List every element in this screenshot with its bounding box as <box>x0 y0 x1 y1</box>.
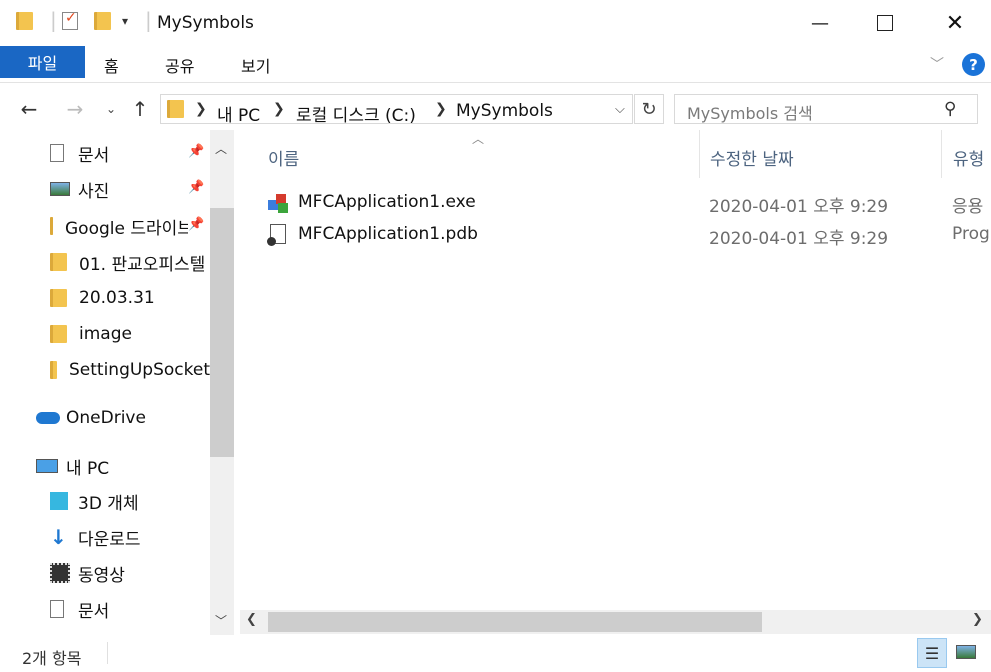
sidebar-item-documents-pc[interactable]: 문서 <box>50 594 210 624</box>
recent-locations-icon[interactable]: ⌄ <box>96 94 126 124</box>
downloads-icon: ↓ <box>50 525 67 549</box>
up-arrow-icon[interactable]: ↑ <box>125 94 155 124</box>
column-divider[interactable] <box>941 130 942 178</box>
sort-indicator-icon: ︿ <box>472 132 485 146</box>
expand-ribbon-icon[interactable]: ﹀ <box>930 54 944 74</box>
videos-icon <box>50 563 70 583</box>
folder-icon <box>50 253 67 271</box>
sidebar-item-pictures[interactable]: 사진 <box>50 174 210 204</box>
scrollbar-thumb[interactable] <box>210 208 234 457</box>
file-type: Prog <box>952 224 990 244</box>
divider <box>107 642 108 664</box>
computer-icon <box>36 459 58 473</box>
scroll-down-icon[interactable]: ﹀ <box>215 612 227 629</box>
sidebar-item-image[interactable]: image <box>50 319 210 349</box>
file-name: MFCApplication1.pdb <box>298 224 478 244</box>
search-input[interactable]: MySymbols 검색 <box>674 94 978 124</box>
3d-objects-icon <box>50 492 68 510</box>
search-icon[interactable]: ⚲ <box>944 99 956 119</box>
title-bar: | ✓ ▾ | MySymbols — ✕ <box>0 0 991 46</box>
scroll-right-icon[interactable]: ❯ <box>972 612 983 627</box>
file-date: 2020-04-01 오후 9:29 <box>709 197 889 217</box>
file-row[interactable]: MFCApplication1.pdb 2020-04-01 오후 9:29 P… <box>240 220 991 252</box>
sidebar-item-pangyo[interactable]: 01. 판교오피스텔 <box>50 247 210 277</box>
scrollbar-thumb[interactable] <box>268 612 762 632</box>
document-icon <box>50 144 64 162</box>
scroll-up-icon[interactable]: ︿ <box>215 140 227 157</box>
file-date: 2020-04-01 오후 9:29 <box>709 229 889 249</box>
sidebar-item-3d-objects[interactable]: 3D 개체 <box>50 486 210 516</box>
sidebar-scrollbar[interactable]: ︿ ﹀ <box>210 130 234 635</box>
ribbon-tabs: 파일 홈 공유 보기 ﹀ ? <box>0 46 991 83</box>
folder-icon <box>16 12 33 30</box>
pin-icon[interactable]: 📌 <box>188 217 204 232</box>
address-bar[interactable]: ❯ 내 PC ❯ 로컬 디스크 (C:) ❯ MySymbols ⌵ <box>160 94 633 126</box>
large-icons-view-icon[interactable] <box>956 645 976 659</box>
back-arrow-icon[interactable]: ← <box>14 94 44 124</box>
maximize-button[interactable] <box>852 0 918 46</box>
horizontal-scrollbar[interactable]: ❮ ❯ <box>240 610 991 634</box>
pin-icon[interactable]: 📌 <box>188 144 204 159</box>
tab-share[interactable]: 공유 <box>165 53 194 77</box>
column-divider[interactable] <box>699 130 700 178</box>
column-header-name[interactable]: 이름 <box>268 145 299 170</box>
sidebar-item-videos[interactable]: 동영상 <box>50 558 210 588</box>
file-row[interactable]: MFCApplication1.exe 2020-04-01 오후 9:29 응… <box>240 188 991 220</box>
properties-icon[interactable]: ✓ <box>62 10 78 30</box>
sidebar-item-google-drive[interactable]: Google 드라이브 <box>50 211 188 241</box>
navigation-pane: 문서 📌 사진 📌 Google 드라이브 📌 01. 판교오피스텔 20.03… <box>0 130 236 635</box>
file-list: ︿ 이름 수정한 날짜 유형 MFCApplication1.exe 2020-… <box>240 130 991 635</box>
exe-icon <box>268 192 290 214</box>
folder-icon <box>50 361 57 379</box>
folder-icon <box>50 217 53 235</box>
sidebar-item-downloads[interactable]: ↓ 다운로드 <box>50 522 210 552</box>
tab-file[interactable]: 파일 <box>0 46 85 78</box>
column-header-date[interactable]: 수정한 날짜 <box>710 145 794 170</box>
cloud-icon <box>36 412 60 424</box>
forward-arrow-icon[interactable]: → <box>60 94 90 124</box>
sidebar-item-200331[interactable]: 20.03.31 <box>50 283 210 313</box>
help-icon[interactable]: ? <box>962 53 985 76</box>
file-type: 응용 <box>952 197 984 217</box>
file-name: MFCApplication1.exe <box>298 192 476 212</box>
chevron-right-icon[interactable]: ❯ <box>435 101 447 117</box>
sidebar-item-onedrive[interactable]: OneDrive <box>36 403 210 433</box>
close-button[interactable]: ✕ <box>922 0 988 46</box>
pdb-file-icon <box>267 224 286 246</box>
column-header-type[interactable]: 유형 <box>953 145 984 170</box>
pictures-icon <box>50 182 70 196</box>
folder-icon <box>50 325 67 343</box>
sidebar-item-settingupsocket[interactable]: SettingUpSocket <box>50 355 210 385</box>
chevron-right-icon[interactable]: ❯ <box>195 101 207 117</box>
chevron-down-icon[interactable]: ⌵ <box>615 102 625 117</box>
sidebar-item-documents[interactable]: 문서 <box>50 138 210 168</box>
folder-icon <box>50 289 67 307</box>
breadcrumb-this-pc[interactable]: 내 PC <box>217 101 260 126</box>
scroll-left-icon[interactable]: ❮ <box>246 612 257 627</box>
tab-home[interactable]: 홈 <box>104 53 119 77</box>
document-icon <box>50 600 64 618</box>
item-count: 2개 항목 <box>22 649 82 668</box>
window-title: MySymbols <box>157 13 254 33</box>
new-folder-icon[interactable] <box>94 12 111 30</box>
minimize-button[interactable]: — <box>787 0 853 46</box>
divider: | <box>145 8 152 32</box>
sidebar-item-this-pc[interactable]: 내 PC <box>36 451 210 481</box>
navigation-bar: ← → ⌄ ↑ ❯ 내 PC ❯ 로컬 디스크 (C:) ❯ MySymbols… <box>0 90 991 130</box>
status-bar: 2개 항목 ☰ <box>0 636 991 672</box>
pin-icon[interactable]: 📌 <box>188 180 204 195</box>
breadcrumb-local-disk[interactable]: 로컬 디스크 (C:) <box>296 101 416 126</box>
tab-view[interactable]: 보기 <box>241 53 270 77</box>
refresh-button[interactable]: ↻ <box>634 94 664 124</box>
customize-quick-access-icon[interactable]: ▾ <box>122 14 128 28</box>
breadcrumb-mysymbols[interactable]: MySymbols <box>456 101 553 121</box>
chevron-right-icon[interactable]: ❯ <box>273 101 285 117</box>
divider: | <box>50 8 57 32</box>
details-view-icon[interactable]: ☰ <box>917 638 947 668</box>
folder-icon <box>167 100 184 118</box>
refresh-icon: ↻ <box>641 98 657 120</box>
